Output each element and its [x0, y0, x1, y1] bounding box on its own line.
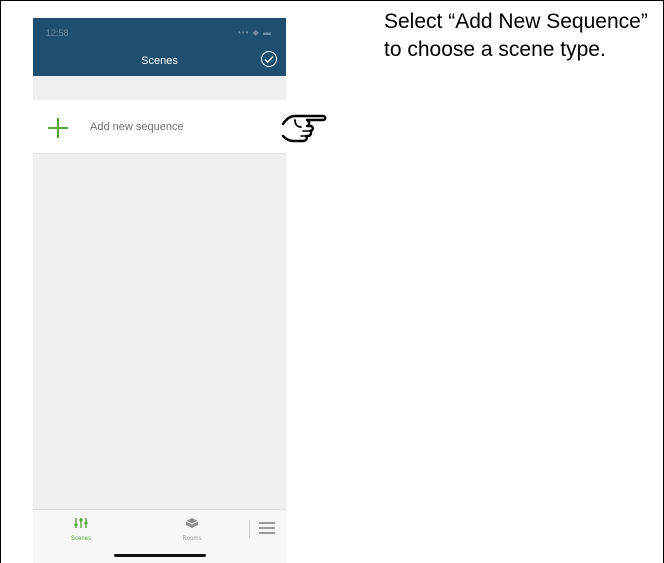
status-time: 12:58 — [46, 28, 69, 38]
menu-icon[interactable] — [259, 522, 275, 534]
tab-divider — [249, 520, 250, 538]
tab-rooms-label: Rooms — [182, 536, 202, 542]
page-title: Scenes — [141, 55, 178, 67]
home-indicator — [114, 554, 206, 557]
scenes-sliders-icon — [74, 518, 88, 528]
tab-rooms[interactable]: Rooms — [162, 516, 222, 542]
phone-screenshot: 12:58 ••• ◆ ▬ Scenes Add new sequence Sc… — [33, 18, 286, 563]
pointing-hand-icon — [281, 114, 327, 143]
tab-scenes-label: Scenes — [70, 536, 91, 542]
confirm-button[interactable] — [261, 51, 277, 67]
plus-icon — [48, 118, 68, 138]
navigation-bar: 12:58 ••• ◆ ▬ Scenes — [33, 18, 286, 76]
add-new-sequence-label: Add new sequence — [90, 121, 184, 133]
add-new-sequence-button[interactable]: Add new sequence — [33, 100, 286, 154]
frame-left-border — [0, 0, 1, 563]
tab-scenes[interactable]: Scenes — [51, 516, 111, 542]
status-icons: ••• ◆ ▬ — [238, 28, 272, 37]
rooms-cube-icon — [185, 518, 199, 528]
checkmark-icon — [264, 56, 274, 64]
frame-top-border — [0, 0, 664, 1]
instruction-text: Select “Add New Sequence” to choose a sc… — [384, 10, 648, 61]
